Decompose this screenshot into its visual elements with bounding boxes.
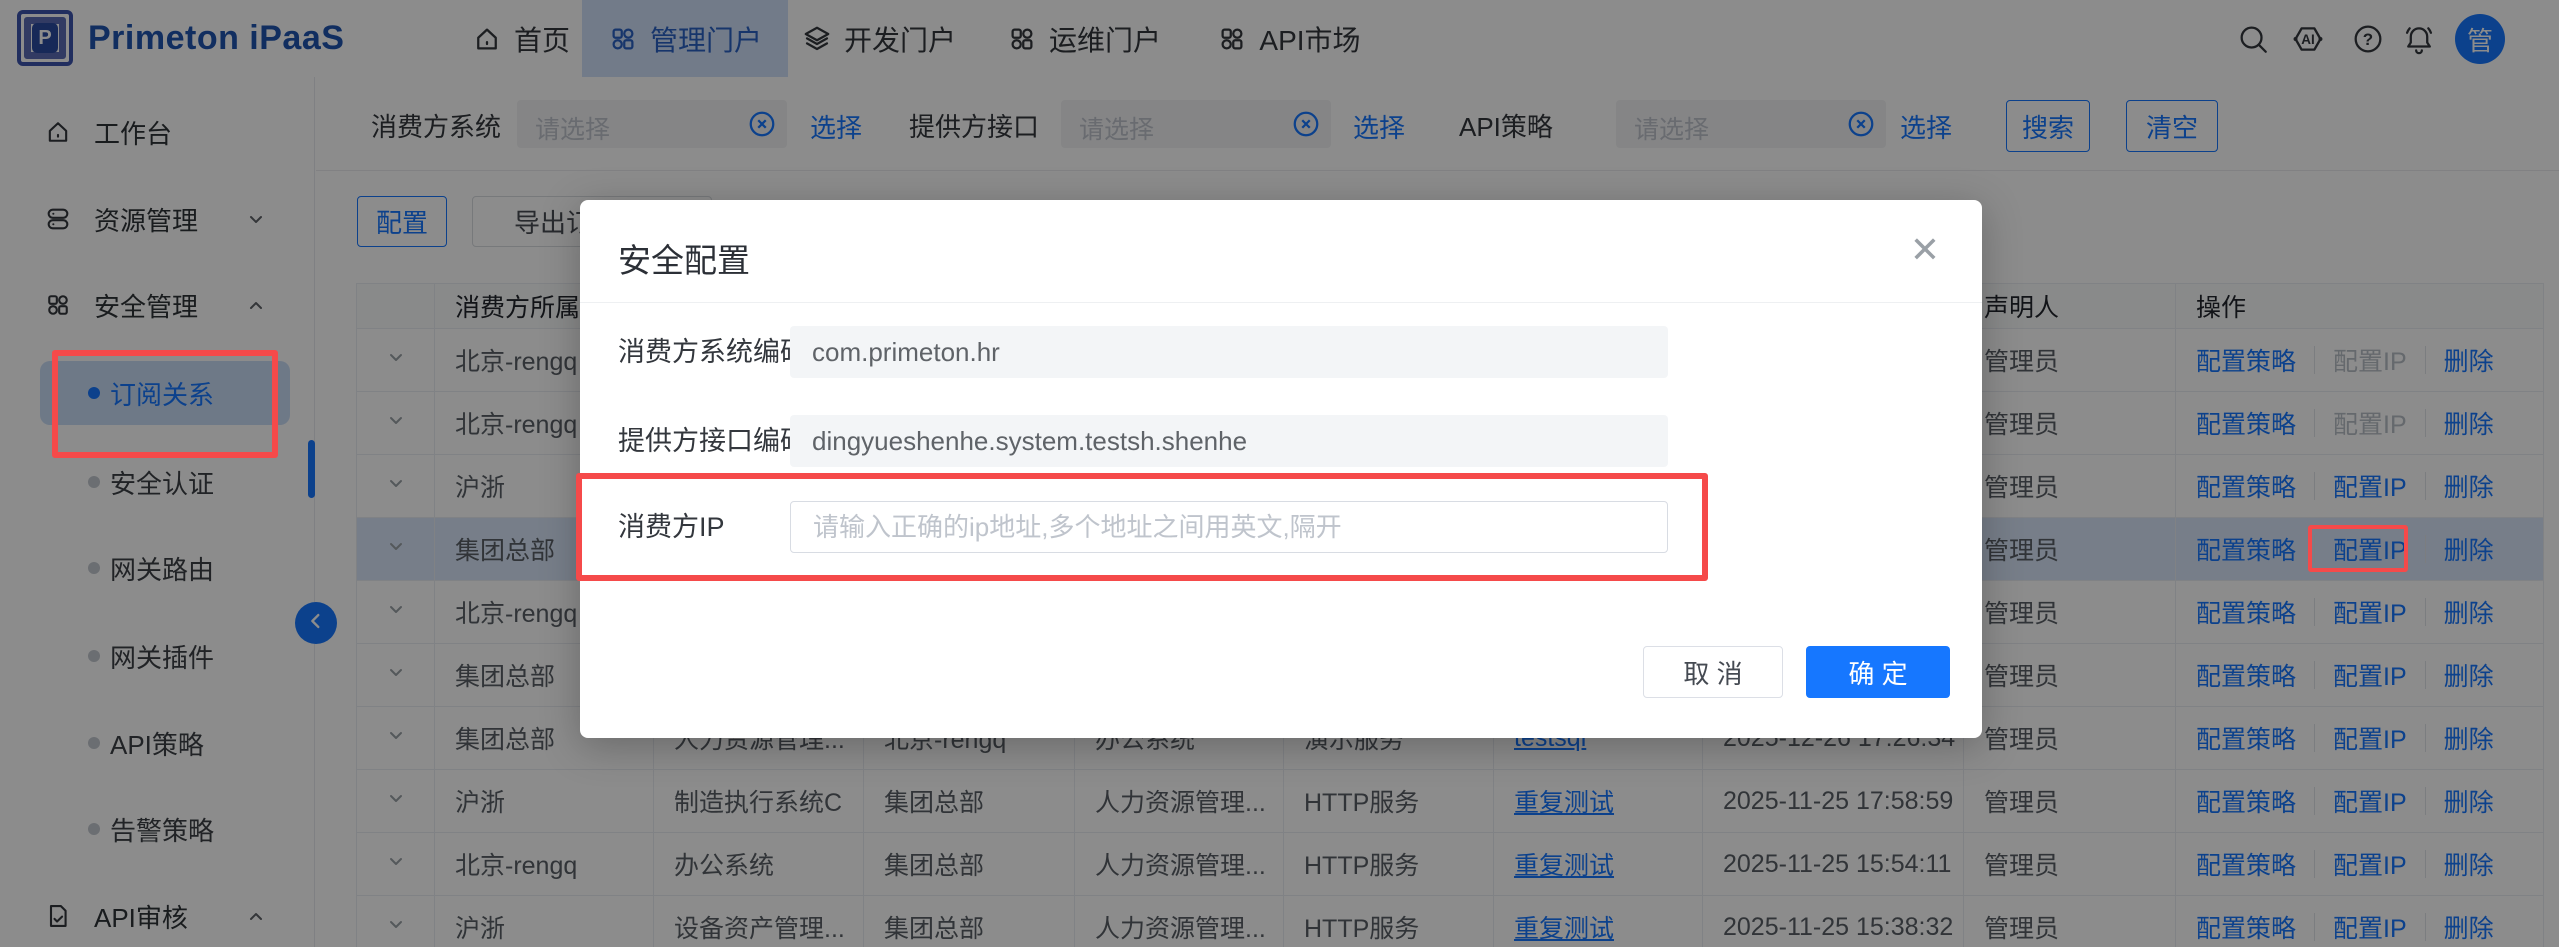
ok-button[interactable]: 确 定 xyxy=(1806,646,1950,698)
consumer-ip-label: 消费方IP xyxy=(618,501,725,553)
app-window: P Primeton iPaaS 首页管理门户开发门户运维门户API市场 AI?… xyxy=(0,0,2559,947)
consumer-system-code-field xyxy=(790,326,1668,378)
security-config-dialog: 安全配置 ✕ 消费方系统编码 提供方接口编码 消费方IP 取 消 确 定 xyxy=(580,200,1982,738)
cancel-button[interactable]: 取 消 xyxy=(1643,646,1783,698)
consumer-system-code-label: 消费方系统编码 xyxy=(618,326,807,378)
close-icon[interactable]: ✕ xyxy=(1910,232,1940,268)
provider-api-code-field xyxy=(790,415,1668,467)
consumer-ip-field[interactable] xyxy=(790,501,1668,553)
divider xyxy=(580,302,1982,303)
dialog-title: 安全配置 xyxy=(618,234,750,282)
provider-api-code-label: 提供方接口编码 xyxy=(618,415,807,467)
